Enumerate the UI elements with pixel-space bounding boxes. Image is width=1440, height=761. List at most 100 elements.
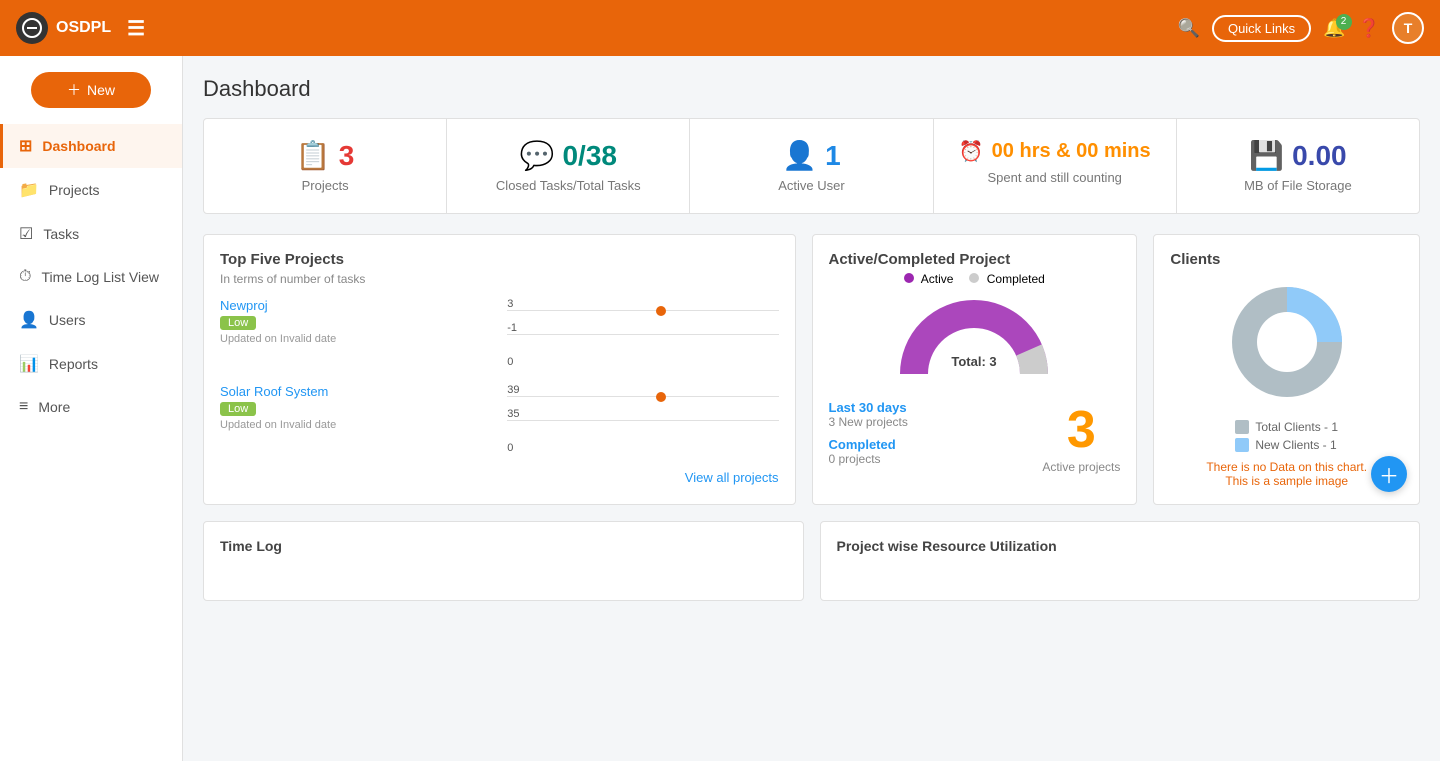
project-date-newproj: Updated on Invalid date <box>220 333 491 345</box>
pie-legend-item-new: New Clients - 1 <box>1235 438 1338 452</box>
new-button[interactable]: ＋ New <box>31 72 151 108</box>
resource-utilization-title: Project wise Resource Utilization <box>837 538 1404 554</box>
project-name-newproj[interactable]: Newproj <box>220 298 491 313</box>
pie-container: Total Clients - 1 New Clients - 1 There … <box>1170 272 1403 488</box>
tasks-stat-icon: 💬 <box>520 139 555 172</box>
chart-dot-newproj <box>656 306 666 316</box>
chart-zero-newproj: 0 <box>507 356 513 368</box>
stat-tasks-value: 💬 0/38 <box>467 139 669 172</box>
reports-icon: 📊 <box>19 354 39 374</box>
active-completed-card: Active/Completed Project Active Complete… <box>812 234 1138 505</box>
stat-storage: 💾 0.00 MB of File Storage <box>1177 119 1419 213</box>
header-right: 🔍 Quick Links 🔔 2 ❓ T <box>1178 12 1424 44</box>
completed-item: Completed 0 projects <box>829 437 908 466</box>
user-avatar[interactable]: T <box>1392 12 1424 44</box>
sidebar-item-projects[interactable]: 📁 Projects <box>0 168 182 212</box>
page-title: Dashboard <box>203 76 1420 102</box>
stat-projects: 📋 3 Projects <box>204 119 447 213</box>
sidebar-label-tasks: Tasks <box>43 226 79 242</box>
svg-text:Total: 3: Total: 3 <box>952 354 997 369</box>
chart-max-newproj: 3 <box>507 298 513 310</box>
pie-legend: Total Clients - 1 New Clients - 1 <box>1235 420 1338 452</box>
top-projects-title: Top Five Projects <box>220 251 779 268</box>
hamburger-icon[interactable]: ☰ <box>127 16 145 41</box>
plus-icon: ＋ <box>67 80 81 100</box>
sidebar-label-timelog: Time Log List View <box>41 269 159 285</box>
more-icon: ≡ <box>19 398 28 416</box>
chart-max-solar: 39 <box>507 384 519 396</box>
sidebar-label-projects: Projects <box>49 182 100 198</box>
legend-completed: Completed <box>969 272 1044 286</box>
project-item-solar: Solar Roof System Low Updated on Invalid… <box>220 384 779 454</box>
sidebar-nav: ⊞ Dashboard 📁 Projects ☑ Tasks ⏱ Time Lo… <box>0 124 182 428</box>
projects-icon: 📁 <box>19 180 39 200</box>
sidebar-item-dashboard[interactable]: ⊞ Dashboard <box>0 124 182 168</box>
dashboard-icon: ⊞ <box>19 136 32 156</box>
stats-row: 📋 3 Projects 💬 0/38 Closed Tasks/Total T… <box>203 118 1420 214</box>
logo-icon <box>16 12 48 44</box>
quick-links-button[interactable]: Quick Links <box>1212 15 1311 42</box>
project-tag-solar: Low <box>220 402 256 416</box>
chart-zero-solar: 0 <box>507 442 513 454</box>
stat-storage-value: 💾 0.00 <box>1197 139 1399 172</box>
active-count-block: 3 Active projects <box>1042 400 1120 474</box>
stat-storage-label: MB of File Storage <box>1197 178 1399 193</box>
help-button[interactable]: ❓ <box>1358 18 1380 39</box>
view-all-projects[interactable]: View all projects <box>220 470 779 485</box>
donut-container: Active Completed Total: 3 <box>829 272 1121 392</box>
stat-time-value: ⏰ 00 hrs & 00 mins <box>954 139 1156 164</box>
stat-time: ⏰ 00 hrs & 00 mins Spent and still count… <box>934 119 1177 213</box>
timelog-card-title: Time Log <box>220 538 787 554</box>
sidebar: ＋ New ⊞ Dashboard 📁 Projects ☑ Tasks ⏱ T… <box>0 56 183 761</box>
project-name-solar[interactable]: Solar Roof System <box>220 384 491 399</box>
stat-projects-value: 📋 3 <box>224 139 426 172</box>
sidebar-label-reports: Reports <box>49 356 98 372</box>
stat-tasks-label: Closed Tasks/Total Tasks <box>467 178 669 193</box>
timelog-card: Time Log <box>203 521 804 601</box>
sidebar-label-dashboard: Dashboard <box>42 138 115 154</box>
add-client-fab[interactable]: ＋ <box>1371 456 1407 492</box>
activeuser-stat-icon: 👤 <box>782 139 817 172</box>
header: OSDPL ☰ 🔍 Quick Links 🔔 2 ❓ T <box>0 0 1440 56</box>
sidebar-item-more[interactable]: ≡ More <box>0 386 182 428</box>
legend-active: Active <box>904 272 953 286</box>
new-button-label: New <box>87 82 115 98</box>
timelog-icon: ⏱ <box>19 268 31 286</box>
projects-stat-icon: 📋 <box>296 139 331 172</box>
total-clients-color <box>1235 420 1249 434</box>
project-tag-newproj: Low <box>220 316 256 330</box>
stat-projects-label: Projects <box>224 178 426 193</box>
clients-card: Clients Total Clients - 1 New <box>1153 234 1420 505</box>
chart-min-newproj: -1 <box>507 322 517 334</box>
pie-chart <box>1217 272 1357 412</box>
tasks-icon: ☑ <box>19 224 33 244</box>
stat-activeuser-label: Active User <box>710 178 912 193</box>
top-projects-subtitle: In terms of number of tasks <box>220 272 779 286</box>
sidebar-item-reports[interactable]: 📊 Reports <box>0 342 182 386</box>
bottom-grid: Time Log Project wise Resource Utilizati… <box>203 521 1420 601</box>
notifications-button[interactable]: 🔔 2 <box>1323 18 1345 39</box>
last30-block: Last 30 days 3 New projects Completed 0 … <box>829 400 908 474</box>
sidebar-label-users: Users <box>49 312 86 328</box>
no-data-text: There is no Data on this chart. This is … <box>1206 460 1367 488</box>
project-date-solar: Updated on Invalid date <box>220 419 491 431</box>
pie-legend-item-total: Total Clients - 1 <box>1235 420 1338 434</box>
stat-time-label: Spent and still counting <box>954 170 1156 185</box>
resource-utilization-card: Project wise Resource Utilization <box>820 521 1421 601</box>
stat-activeuser-value: 👤 1 <box>710 139 912 172</box>
chart-min-solar: 35 <box>507 408 519 420</box>
active-legend-dot <box>904 273 914 283</box>
dashboard-grid: Top Five Projects In terms of number of … <box>203 234 1420 505</box>
new-clients-color <box>1235 438 1249 452</box>
search-icon[interactable]: 🔍 <box>1178 18 1200 39</box>
time-stat-icon: ⏰ <box>959 139 984 164</box>
sidebar-item-timelog[interactable]: ⏱ Time Log List View <box>0 256 182 298</box>
top-projects-card: Top Five Projects In terms of number of … <box>203 234 796 505</box>
notification-badge: 2 <box>1336 14 1352 30</box>
main-content: Dashboard 📋 3 Projects 💬 0/38 Closed Tas… <box>183 56 1440 761</box>
sidebar-label-more: More <box>38 399 70 415</box>
project-item-newproj: Newproj Low Updated on Invalid date 3 -1… <box>220 298 779 368</box>
sidebar-item-users[interactable]: 👤 Users <box>0 298 182 342</box>
donut-chart: Total: 3 <box>894 294 1054 384</box>
sidebar-item-tasks[interactable]: ☑ Tasks <box>0 212 182 256</box>
